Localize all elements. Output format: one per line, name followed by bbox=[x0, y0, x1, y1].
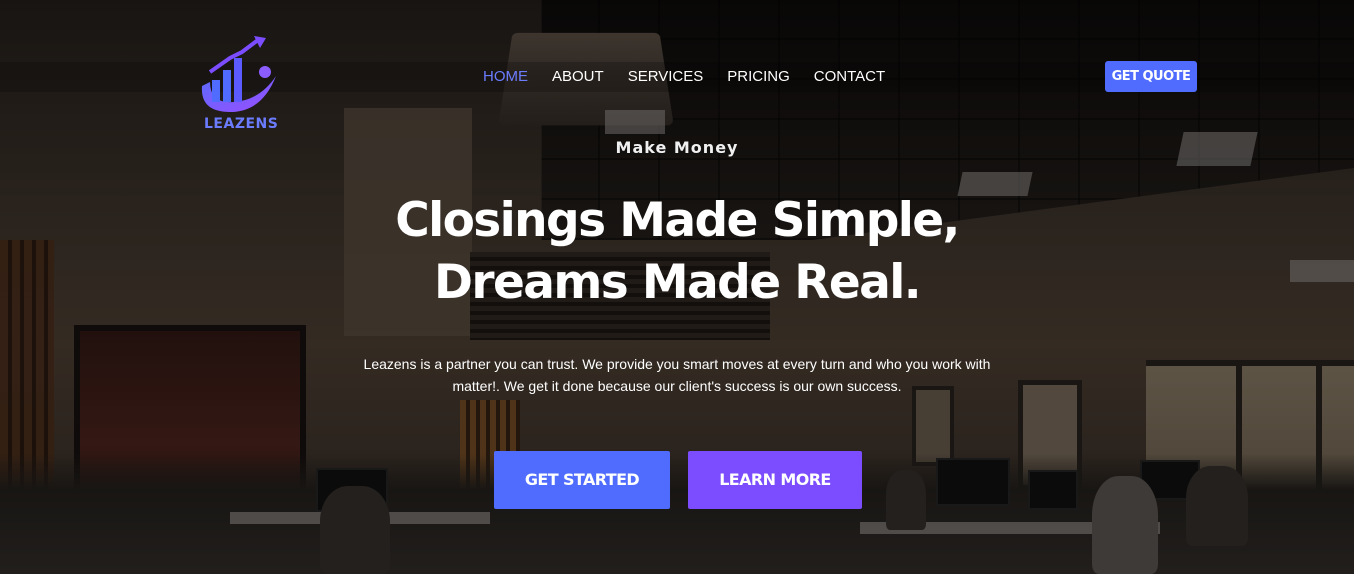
nav-item-pricing[interactable]: PRICING bbox=[727, 68, 790, 86]
hero-headline: Closings Made Simple, Dreams Made Real. bbox=[395, 193, 960, 310]
get-quote-button[interactable]: GET QUOTE bbox=[1105, 61, 1197, 92]
learn-more-button[interactable]: LEARN MORE bbox=[688, 451, 862, 509]
bar-chart-growth-icon bbox=[201, 36, 276, 112]
hero-description: Leazens is a partner you can trust. We p… bbox=[363, 356, 991, 394]
get-started-button[interactable]: GET STARTED bbox=[494, 451, 670, 509]
site-logo[interactable]: LEAZENS bbox=[196, 36, 280, 132]
main-nav: HOME ABOUT SERVICES PRICING CONTACT bbox=[483, 68, 909, 86]
logo-wordmark: LEAZENS bbox=[204, 116, 279, 132]
nav-item-about[interactable]: ABOUT bbox=[552, 68, 604, 86]
nav-item-services[interactable]: SERVICES bbox=[628, 68, 704, 86]
nav-item-contact[interactable]: CONTACT bbox=[814, 68, 885, 86]
nav-item-home[interactable]: HOME bbox=[483, 68, 528, 86]
hero-kicker: Make Money bbox=[615, 138, 739, 157]
